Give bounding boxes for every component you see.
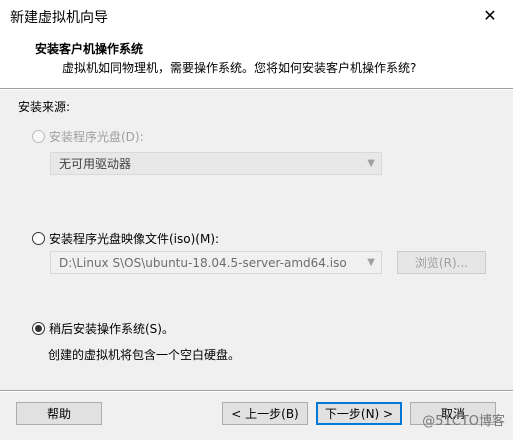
window-title: 新建虚拟机向导 [10,10,108,26]
radio-label-iso: 安装程序光盘映像文件(iso)(M): [49,232,220,246]
watermark: @51CTO博客 [422,414,505,429]
disc-drive-dropdown[interactable]: 无可用驱动器 ▼ [50,152,382,175]
next-button[interactable]: 下一步(N) > [316,402,402,425]
iso-path-value: D:\Linux S\OS\ubuntu-18.04.5-server-amd6… [59,255,347,270]
chevron-down-icon: ▼ [367,257,375,268]
radio-install-disc[interactable]: 安装程序光盘(D): [32,128,144,145]
chevron-down-icon: ▼ [367,158,375,169]
help-button-label: 帮助 [46,407,71,421]
back-button[interactable]: < 上一步(B) [222,402,308,425]
wizard-header: 安装客户机操作系统 虚拟机如同物理机，需要操作系统。您将如何安装客户机操作系统? [0,31,513,88]
install-later-description: 创建的虚拟机将包含一个空白硬盘。 [48,348,241,362]
help-button[interactable]: 帮助 [16,402,102,425]
close-icon: ✕ [483,6,497,25]
page-subtitle: 虚拟机如同物理机，需要操作系统。您将如何安装客户机操作系统? [62,61,417,75]
title-bar: 新建虚拟机向导 ✕ [0,0,513,31]
wizard-body: 安装来源: 安装程序光盘(D): 无可用驱动器 ▼ 安装程序光盘映像文件(iso… [0,90,513,390]
iso-path-input[interactable]: D:\Linux S\OS\ubuntu-18.04.5-server-amd6… [50,251,382,274]
next-button-label: 下一步(N) > [324,407,394,421]
radio-button-iso[interactable] [32,232,45,245]
back-button-label: < 上一步(B) [231,407,299,421]
radio-button-later[interactable] [32,322,45,335]
page-title: 安装客户机操作系统 [35,42,144,56]
browse-button-label: 浏览(R)... [414,256,469,270]
close-button[interactable]: ✕ [467,0,513,31]
radio-install-later[interactable]: 稍后安装操作系统(S)。 [32,320,174,337]
radio-install-iso[interactable]: 安装程序光盘映像文件(iso)(M): [32,230,219,247]
radio-label-later: 稍后安装操作系统(S)。 [49,322,174,336]
install-source-label: 安装来源: [18,100,71,114]
browse-button[interactable]: 浏览(R)... [397,251,486,274]
radio-button-disc[interactable] [32,130,45,143]
radio-label-disc: 安装程序光盘(D): [49,130,144,144]
disc-drive-value: 无可用驱动器 [59,157,132,171]
